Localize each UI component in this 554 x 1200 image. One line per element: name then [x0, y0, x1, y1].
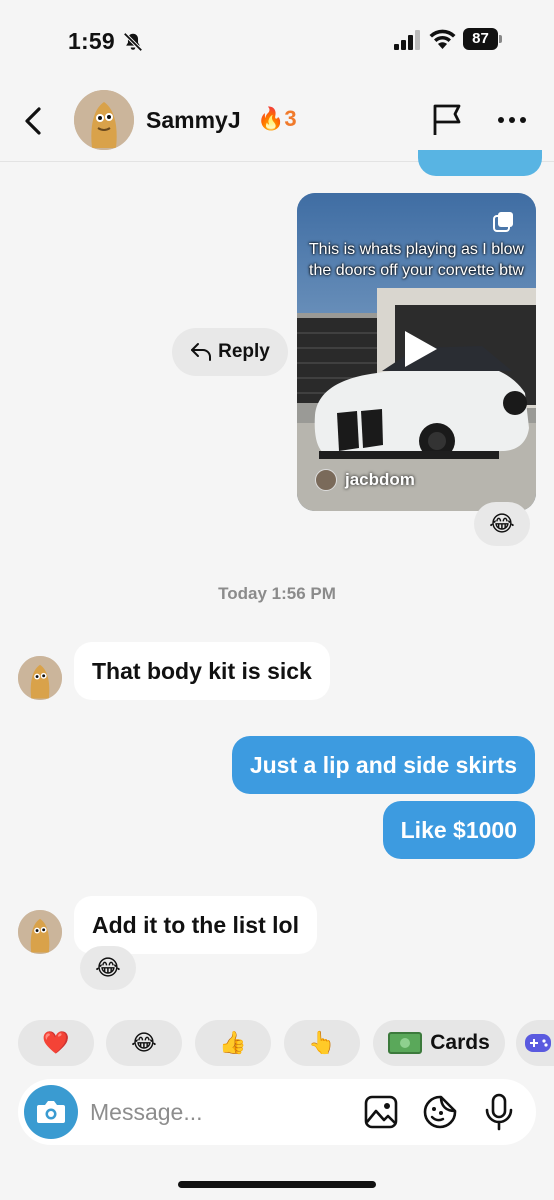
message-timestamp: Today 1:56 PM: [218, 584, 336, 603]
message-input[interactable]: [90, 1097, 340, 1127]
microphone-button[interactable]: [484, 1093, 514, 1131]
streak-badge: 🔥 3: [257, 106, 297, 132]
streak-count: 3: [284, 106, 297, 131]
video-reaction-badge[interactable]: 😂: [474, 502, 530, 546]
video-author[interactable]: jacbdom: [315, 469, 415, 491]
status-bar: 1:59 87: [0, 0, 554, 82]
contact-avatar[interactable]: [74, 90, 134, 150]
message-reaction-badge[interactable]: 😂: [80, 946, 136, 990]
character-avatar-icon: [74, 90, 134, 150]
shared-video-card[interactable]: This is whats playing as I blow the door…: [297, 193, 536, 511]
thumbs-up-icon: 👍: [219, 1030, 247, 1055]
message-composer: [18, 1079, 536, 1145]
reply-button[interactable]: Reply: [172, 328, 288, 376]
video-caption: This is whats playing as I blow the door…: [308, 241, 525, 279]
more-options-button[interactable]: [496, 110, 528, 130]
quick-reactions-bar: ❤️ 😂 👍 👆 Cards: [0, 1020, 554, 1068]
cards-label: Cards: [430, 1031, 490, 1054]
laughing-emoji-icon: 😂: [489, 511, 515, 536]
play-icon[interactable]: [399, 329, 439, 369]
battery-level: 87: [463, 28, 498, 50]
sender-avatar[interactable]: [18, 910, 62, 954]
quick-reaction-laugh[interactable]: 😂: [106, 1020, 182, 1066]
contact-name[interactable]: SammyJ: [146, 107, 241, 134]
quick-reaction-thumbs-up[interactable]: 👍: [195, 1020, 271, 1066]
sender-avatar[interactable]: [18, 656, 62, 700]
heart-icon: ❤️: [42, 1030, 70, 1055]
cards-button[interactable]: Cards: [373, 1020, 505, 1066]
character-avatar-icon: [18, 910, 62, 954]
outgoing-message[interactable]: Just a lip and side skirts: [231, 736, 535, 794]
author-avatar: [315, 469, 337, 491]
report-flag-button[interactable]: [430, 102, 464, 138]
quick-reaction-point-up[interactable]: 👆: [284, 1020, 360, 1066]
reply-arrow-icon: [191, 343, 212, 361]
incoming-message[interactable]: That body kit is sick: [74, 642, 330, 700]
gallery-button[interactable]: [364, 1095, 398, 1129]
cash-icon: [388, 1032, 423, 1054]
camera-icon: [37, 1101, 65, 1123]
sticker-button[interactable]: [422, 1094, 458, 1130]
multiple-media-icon: [493, 212, 513, 232]
home-indicator[interactable]: [178, 1181, 376, 1188]
author-name: jacbdom: [345, 470, 415, 489]
status-time: 1:59: [68, 28, 115, 54]
camera-button[interactable]: [24, 1085, 78, 1139]
battery-icon: 87: [463, 28, 503, 50]
pointing-up-icon: 👆: [308, 1030, 336, 1055]
games-button[interactable]: [516, 1020, 554, 1066]
outgoing-message[interactable]: Like $1000: [382, 801, 535, 859]
game-controller-icon: [525, 1034, 551, 1052]
back-button[interactable]: [18, 104, 48, 138]
cellular-signal-icon: [394, 30, 420, 50]
previous-message-bubble: [418, 150, 542, 176]
wifi-icon: [429, 29, 456, 49]
bell-off-icon: [123, 32, 143, 52]
reply-label: Reply: [218, 341, 270, 362]
quick-reaction-heart[interactable]: ❤️: [18, 1020, 94, 1066]
laughing-emoji-icon: 😂: [131, 1030, 157, 1055]
laughing-emoji-icon: 😂: [95, 955, 121, 980]
character-avatar-icon: [18, 656, 62, 700]
fire-icon: 🔥: [257, 106, 285, 131]
